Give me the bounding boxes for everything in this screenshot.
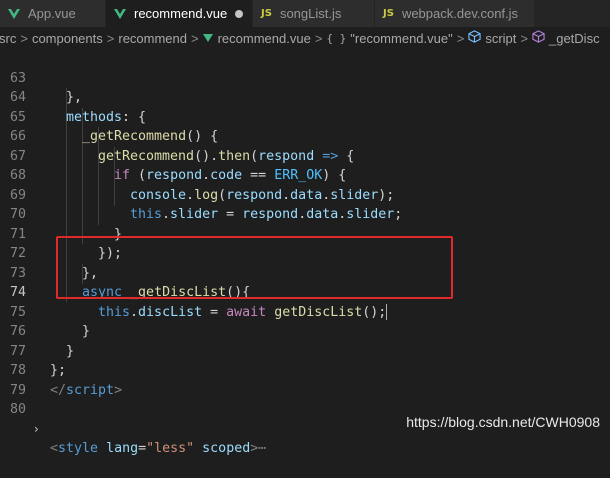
breadcrumb-separator: > (191, 30, 199, 46)
highlight-annotation-box (56, 236, 453, 299)
code-line: 67 if (respond.code == ERR_OK) { (0, 127, 610, 184)
tab-overflow (535, 0, 610, 27)
breadcrumb-separator: > (520, 30, 528, 46)
unsaved-dot-icon[interactable] (235, 9, 244, 18)
breadcrumb-item-src[interactable]: src (0, 31, 16, 46)
symbol-cube-icon (468, 30, 481, 46)
tab-webpack-dev-conf-js[interactable]: JS webpack.dev.conf.js (375, 0, 535, 27)
code-token: style (58, 441, 99, 456)
breadcrumb-item-script[interactable]: script (485, 31, 516, 46)
code-line: 65 _getRecommend() { (0, 88, 610, 145)
code-line: 64 methods: { (0, 69, 610, 125)
method-cube-icon (532, 30, 545, 46)
tab-recommend-vue[interactable]: recommend.vue (106, 0, 253, 27)
code-text: <style lang="less" scoped>⋯ (50, 439, 266, 459)
code-line: 70 } (0, 186, 610, 242)
breadcrumb-item-method[interactable]: _getDisc (549, 31, 600, 46)
code-line: 71 }); (0, 205, 610, 262)
code-line: 76 } (0, 303, 610, 359)
code-line: 80 › <style lang="less" scoped>⋯ (0, 381, 610, 456)
code-line: 63 }, (0, 49, 610, 106)
code-token: scoped (202, 441, 251, 456)
breadcrumb-separator: > (456, 30, 465, 46)
breadcrumb-item-file[interactable]: recommend.vue (218, 31, 311, 46)
code-token: < (50, 441, 59, 456)
code-line: 69 this.slider = respond.data.slider; (0, 166, 610, 223)
js-file-icon: JS (383, 8, 394, 19)
watermark: https://blog.csdn.net/CWH0908 (406, 414, 600, 430)
breadcrumb-item-module[interactable]: "recommend.vue" (350, 31, 452, 46)
code-token: > (250, 441, 259, 456)
module-braces-icon: { } (326, 31, 347, 45)
tab-label: songList.js (279, 6, 342, 21)
code-token: "less" (146, 441, 195, 456)
tab-label: recommend.vue (134, 6, 228, 21)
code-line: 66 getRecommend().then(respond => { (0, 108, 610, 164)
folded-ellipsis-icon[interactable]: ⋯ (258, 441, 266, 456)
code-line: 68 console.log(respond.data.slider); (0, 147, 610, 203)
vue-file-icon (114, 8, 126, 19)
code-token: lang (106, 441, 139, 456)
editor-tab-bar: App.vue recommend.vue JS songList.js JS … (0, 0, 610, 27)
vue-file-icon (8, 8, 20, 19)
tab-app-vue[interactable]: App.vue (0, 0, 106, 27)
breadcrumb-item-recommend[interactable]: recommend (118, 31, 187, 46)
vue-file-icon (202, 34, 213, 42)
breadcrumb-separator: > (20, 30, 28, 46)
code-line: 79 (0, 361, 610, 398)
code-token: = (138, 441, 147, 456)
breadcrumb-item-components[interactable]: components (32, 31, 103, 46)
code-line: 78 </script> (0, 342, 610, 398)
line-number: 80 (9, 402, 26, 417)
breadcrumb-separator: > (314, 30, 323, 46)
tab-label: webpack.dev.conf.js (401, 6, 519, 21)
tab-label: App.vue (28, 6, 76, 21)
js-file-icon: JS (261, 8, 272, 19)
fold-chevron-icon[interactable]: › (34, 420, 39, 440)
tab-songlist-js[interactable]: JS songList.js (253, 0, 375, 27)
breadcrumb-separator: > (106, 30, 115, 46)
breadcrumb: src > components > recommend > recommend… (0, 27, 610, 49)
code-line: 77 }; (0, 322, 610, 379)
